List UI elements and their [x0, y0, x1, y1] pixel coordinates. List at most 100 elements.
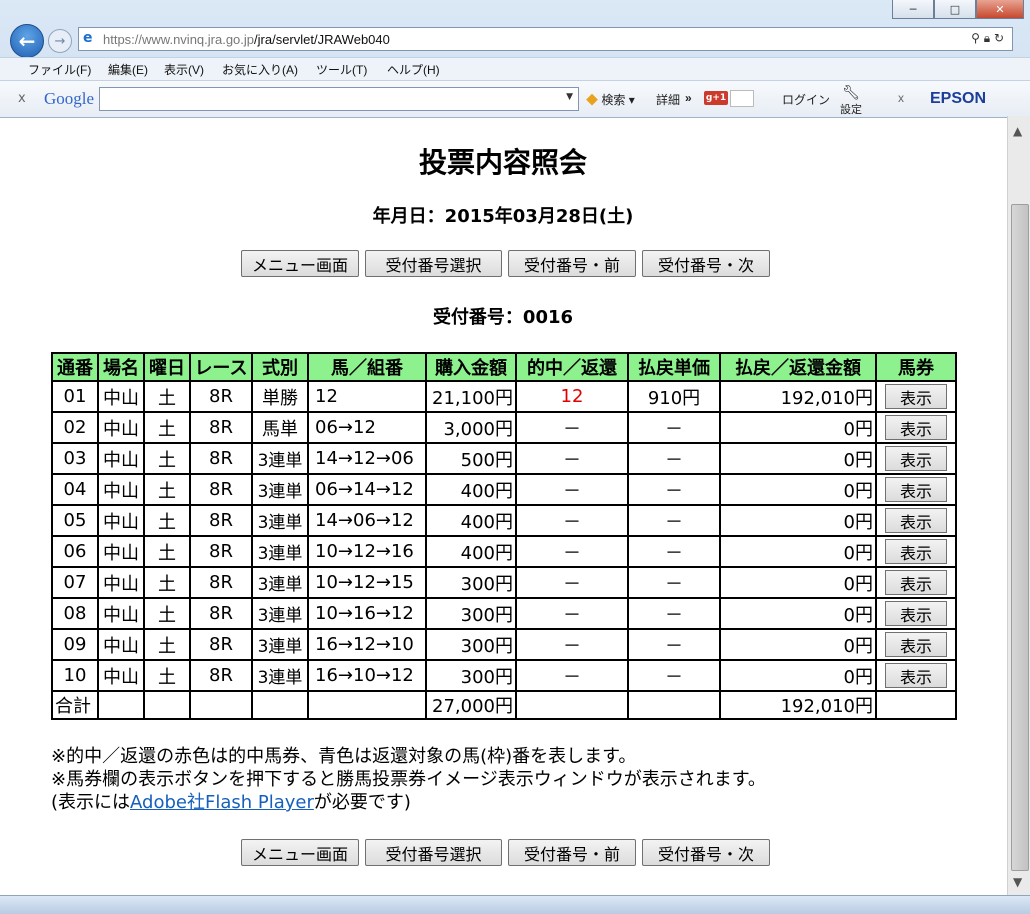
table-row: 02 中山土 8R 馬単 06→12 3,000円－－ 0円 表示: [51, 411, 957, 444]
show-ticket-button[interactable]: 表示: [885, 384, 947, 409]
search-icon[interactable]: ⚲: [971, 31, 980, 45]
menu-tools[interactable]: ツール(T): [316, 61, 367, 78]
login-link[interactable]: ログイン: [782, 91, 830, 108]
more-chevron-icon[interactable]: »: [685, 91, 692, 105]
show-ticket-button[interactable]: 表示: [885, 415, 947, 440]
receipt-prev-button[interactable]: 受付番号・前: [508, 250, 636, 277]
toolbar-close-icon[interactable]: x: [18, 91, 26, 106]
close-icon[interactable]: ✕: [976, 0, 1024, 19]
cell-payout-amount: 0円: [719, 473, 877, 506]
gplus-icon[interactable]: g+1: [704, 91, 728, 105]
table-row: 05 中山土 8R 3連単 14→06→12 400円－－ 0円 表示: [51, 504, 957, 537]
google-search-input[interactable]: ▼: [99, 87, 579, 111]
address-bar[interactable]: e https://www.nvinq.jra.go.jp/jra/servle…: [78, 27, 1013, 51]
google-toolbar: x Google ▼ ◆ 検索 ▾ 詳細 » g+1 ログイン 🔧︎ 設定 x E…: [0, 80, 1030, 118]
receipt-select-button[interactable]: 受付番号選択: [365, 250, 502, 277]
menu-favorites[interactable]: お気に入り(A): [222, 61, 298, 78]
window-controls: ─ □ ✕: [892, 0, 1024, 20]
cell-hit-refund: －: [515, 659, 629, 692]
toolbar-close-icon-2[interactable]: x: [898, 91, 904, 105]
cell-serial: 05: [51, 504, 99, 537]
cell-race: 8R: [189, 473, 253, 506]
note-line-3-pre: (表示には: [51, 792, 131, 813]
show-ticket-button[interactable]: 表示: [885, 663, 947, 688]
detail-button[interactable]: 詳細: [656, 91, 680, 108]
search-label: 検索: [601, 93, 626, 107]
cell-payout-amount: 0円: [719, 628, 877, 661]
menu-edit[interactable]: 編集(E): [108, 61, 148, 78]
menu-help[interactable]: ヘルプ(H): [387, 61, 440, 78]
cell-payout-amount: 0円: [719, 504, 877, 537]
total-payout: 192,010円: [719, 690, 877, 720]
settings-label: 設定: [840, 104, 862, 116]
cell-payout-amount: 0円: [719, 535, 877, 568]
cell-payout-amount: 0円: [719, 597, 877, 630]
dropdown-icon[interactable]: ▼: [566, 92, 573, 102]
total-row: 合計 27,000円 192,010円: [51, 690, 957, 720]
settings-button[interactable]: 🔧︎ 設定: [840, 84, 862, 117]
cell-purchase: 500円: [425, 442, 517, 475]
page-content: 投票内容照会 年月日：2015年03月28日(土) メニュー画面 受付番号選択 …: [0, 117, 1006, 895]
minimize-icon[interactable]: ─: [892, 0, 934, 19]
maximize-icon[interactable]: □: [934, 0, 976, 19]
header-ticket: 馬券: [875, 352, 957, 382]
note-line-2: ※馬券欄の表示ボタンを押下すると勝馬投票券イメージ表示ウィンドウが表示されます。: [51, 769, 766, 790]
google-search-button[interactable]: ◆ 検索 ▾: [586, 91, 635, 108]
total-empty: [875, 690, 957, 720]
scroll-up-icon[interactable]: ▲: [1013, 124, 1022, 138]
receipt-next-button[interactable]: 受付番号・次: [642, 250, 770, 277]
show-ticket-button[interactable]: 表示: [885, 539, 947, 564]
cell-bet-type: 単勝: [251, 380, 309, 413]
cell-race: 8R: [189, 380, 253, 413]
show-ticket-button[interactable]: 表示: [885, 632, 947, 657]
show-ticket-button[interactable]: 表示: [885, 570, 947, 595]
refresh-icon[interactable]: ↻: [994, 31, 1004, 45]
cell-day: 土: [143, 628, 191, 661]
cell-ticket: 表示: [875, 566, 957, 599]
cell-unit-payout: －: [627, 504, 721, 537]
total-empty: [307, 690, 427, 720]
cell-serial: 08: [51, 597, 99, 630]
cell-day: 土: [143, 659, 191, 692]
back-icon[interactable]: ←: [10, 24, 44, 58]
cell-serial: 03: [51, 442, 99, 475]
menu-view[interactable]: 表示(V): [164, 61, 204, 78]
table-row: 01 中山土 8R 単勝 12 21,100円 12 910円 192,010円 表示: [51, 380, 957, 413]
header-horses: 馬／組番: [307, 352, 427, 382]
cell-hit-refund: 12: [515, 380, 629, 413]
scroll-down-icon[interactable]: ▼: [1013, 875, 1022, 889]
cell-hit-refund: －: [515, 442, 629, 475]
scroll-thumb[interactable]: [1011, 204, 1029, 871]
cell-horses: 12: [307, 380, 427, 413]
cell-ticket: 表示: [875, 628, 957, 661]
flash-player-link[interactable]: Adobe社Flash Player: [130, 792, 314, 813]
total-empty: [143, 690, 191, 720]
cell-payout-amount: 0円: [719, 566, 877, 599]
total-empty: [627, 690, 721, 720]
vertical-scrollbar[interactable]: ▲ ▼: [1007, 116, 1030, 895]
cell-purchase: 300円: [425, 659, 517, 692]
menu-screen-button[interactable]: メニュー画面: [241, 250, 359, 277]
show-ticket-button[interactable]: 表示: [885, 508, 947, 533]
cell-payout-amount: 0円: [719, 659, 877, 692]
url-host: https://www.nvinq.jra.go.jp: [103, 32, 255, 47]
cell-hit-refund: －: [515, 566, 629, 599]
url-path: /jra/servlet/JRAWeb040: [254, 32, 390, 47]
table-row: 07 中山土 8R 3連単 10→12→15 300円－－ 0円 表示: [51, 566, 957, 599]
forward-icon[interactable]: →: [48, 29, 72, 53]
cell-hit-refund: －: [515, 411, 629, 444]
epson-logo[interactable]: EPSON: [930, 90, 986, 108]
cell-serial: 04: [51, 473, 99, 506]
cell-race: 8R: [189, 659, 253, 692]
receipt-next-button-bottom[interactable]: 受付番号・次: [642, 839, 770, 866]
receipt-prev-button-bottom[interactable]: 受付番号・前: [508, 839, 636, 866]
show-ticket-button[interactable]: 表示: [885, 446, 947, 471]
receipt-select-button-bottom[interactable]: 受付番号選択: [365, 839, 502, 866]
show-ticket-button[interactable]: 表示: [885, 601, 947, 626]
cell-purchase: 400円: [425, 535, 517, 568]
show-ticket-button[interactable]: 表示: [885, 477, 947, 502]
menu-screen-button-bottom[interactable]: メニュー画面: [241, 839, 359, 866]
cell-venue: 中山: [97, 628, 145, 661]
menu-file[interactable]: ファイル(F): [28, 61, 91, 78]
cell-venue: 中山: [97, 473, 145, 506]
